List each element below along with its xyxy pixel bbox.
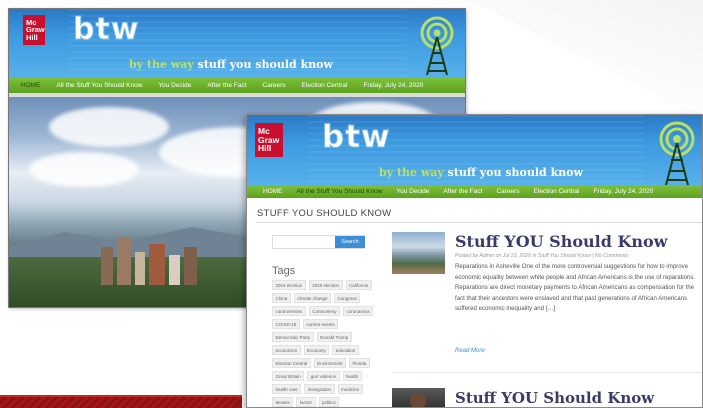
- tag-link[interactable]: Democratic Party: [272, 332, 314, 342]
- nav-item-after-the-fact[interactable]: After the Fact: [207, 82, 246, 89]
- mcgraw-hill-logo[interactable]: Mc Graw Hill: [23, 15, 45, 45]
- site-tagline: by the way stuff you should know: [129, 58, 333, 71]
- site-header: Mc Graw Hill btw by the way stuff you sh…: [9, 9, 465, 77]
- nav-item-careers[interactable]: Careers: [262, 82, 285, 89]
- tag-link[interactable]: immigration: [304, 384, 335, 394]
- radio-tower-icon: [659, 121, 695, 185]
- btw-wordmark: btw: [73, 12, 140, 48]
- nav-item-election-central[interactable]: Election Central: [302, 82, 348, 89]
- nav-item-you-decide[interactable]: You Decide: [396, 188, 429, 195]
- tags-heading: Tags: [272, 265, 296, 277]
- tag-link[interactable]: climate change: [293, 293, 332, 303]
- divider: [392, 372, 702, 373]
- tag-link[interactable]: Economy: [303, 345, 330, 355]
- nav-item-careers[interactable]: Careers: [496, 188, 519, 195]
- tag-link[interactable]: 2016 election: [272, 280, 306, 290]
- search-form: Search: [272, 235, 365, 249]
- tag-link[interactable]: Donald Trump: [316, 332, 352, 342]
- read-more-link[interactable]: Read More: [455, 348, 485, 354]
- tagline-part: by the way: [379, 166, 444, 179]
- site-header: Mc Graw Hill btw by the way stuff you sh…: [247, 115, 702, 185]
- tag-link[interactable]: Election Central: [272, 358, 311, 368]
- post-title-link[interactable]: Stuff YOU Should Know: [455, 232, 667, 251]
- nav-item-you-decide[interactable]: You Decide: [158, 82, 191, 89]
- nav-item-home[interactable]: HOME: [21, 82, 41, 89]
- tag-link[interactable]: Florida: [349, 358, 370, 368]
- nav-date: Friday, July 24, 2020: [593, 188, 654, 195]
- nav-item-home[interactable]: HOME: [263, 188, 283, 195]
- red-banner-strip: [0, 395, 242, 408]
- mcgraw-hill-logo[interactable]: Mc Graw Hill: [255, 123, 283, 157]
- front-screenshot: Mc Graw Hill btw by the way stuff you sh…: [246, 114, 703, 408]
- main-nav: HOME All the Stuff You Should Know You D…: [247, 185, 702, 198]
- post-meta: Posted by Admin on Jul 23, 2020 in Stuff…: [455, 253, 629, 259]
- post-excerpt: Reparations in Asheville One of the more…: [455, 263, 696, 313]
- tag-link[interactable]: medicine: [337, 384, 363, 394]
- main-nav: HOME All the Stuff You Should Know You D…: [9, 77, 465, 93]
- btw-wordmark: btw: [322, 119, 391, 156]
- tag-link[interactable]: politics: [318, 397, 340, 407]
- nav-date: Friday, July 24, 2020: [363, 81, 424, 89]
- tagline-part: stuff you should know: [447, 166, 583, 179]
- tag-link[interactable]: NASA: [296, 397, 316, 407]
- tag-link[interactable]: COVID-19: [272, 319, 300, 329]
- tag-link[interactable]: Congress: [334, 293, 361, 303]
- logo-line: Hill: [258, 143, 272, 154]
- logo-line: Hill: [26, 32, 38, 42]
- tagline-part: by the way: [129, 58, 194, 71]
- radio-tower-icon: [420, 16, 454, 75]
- post-thumbnail[interactable]: [392, 388, 445, 407]
- tag-link[interactable]: economics: [272, 345, 301, 355]
- tag-link[interactable]: health care: [272, 384, 302, 394]
- tag-link[interactable]: Movies: [272, 397, 294, 407]
- tag-link[interactable]: Environment: [313, 358, 347, 368]
- tag-link[interactable]: education: [332, 345, 359, 355]
- tag-link[interactable]: China: [272, 293, 291, 303]
- nav-item-stuff[interactable]: All the Stuff You Should Know: [57, 82, 143, 89]
- tag-link[interactable]: coronavirus: [343, 306, 374, 316]
- tag-cloud: 2016 election 2020 election California C…: [272, 280, 378, 407]
- page-title: STUFF YOU SHOULD KNOW: [257, 208, 392, 219]
- tag-link[interactable]: gun violence: [307, 371, 340, 381]
- site-tagline: by the way stuff you should know: [379, 166, 583, 179]
- background-shape: [470, 0, 703, 120]
- nav-item-after-the-fact[interactable]: After the Fact: [443, 188, 482, 195]
- nav-item-stuff[interactable]: All the Stuff You Should Know: [297, 188, 383, 195]
- post-thumbnail[interactable]: [392, 232, 445, 274]
- tag-link[interactable]: 2020 election: [308, 280, 343, 290]
- search-button[interactable]: Search: [335, 236, 365, 248]
- tag-link[interactable]: controversies: [272, 306, 306, 316]
- tag-link[interactable]: Great Britain: [272, 371, 305, 381]
- divider: [257, 222, 702, 223]
- post-title-link[interactable]: Stuff YOU Should Know: [455, 389, 654, 407]
- tagline-part: stuff you should know: [197, 58, 333, 71]
- nav-item-election-central[interactable]: Election Central: [534, 188, 580, 195]
- tag-link[interactable]: Controversy: [308, 306, 341, 316]
- search-input[interactable]: [273, 236, 335, 248]
- tag-link[interactable]: current events: [302, 319, 339, 329]
- tag-link[interactable]: health: [342, 371, 362, 381]
- tag-link[interactable]: California: [345, 280, 372, 290]
